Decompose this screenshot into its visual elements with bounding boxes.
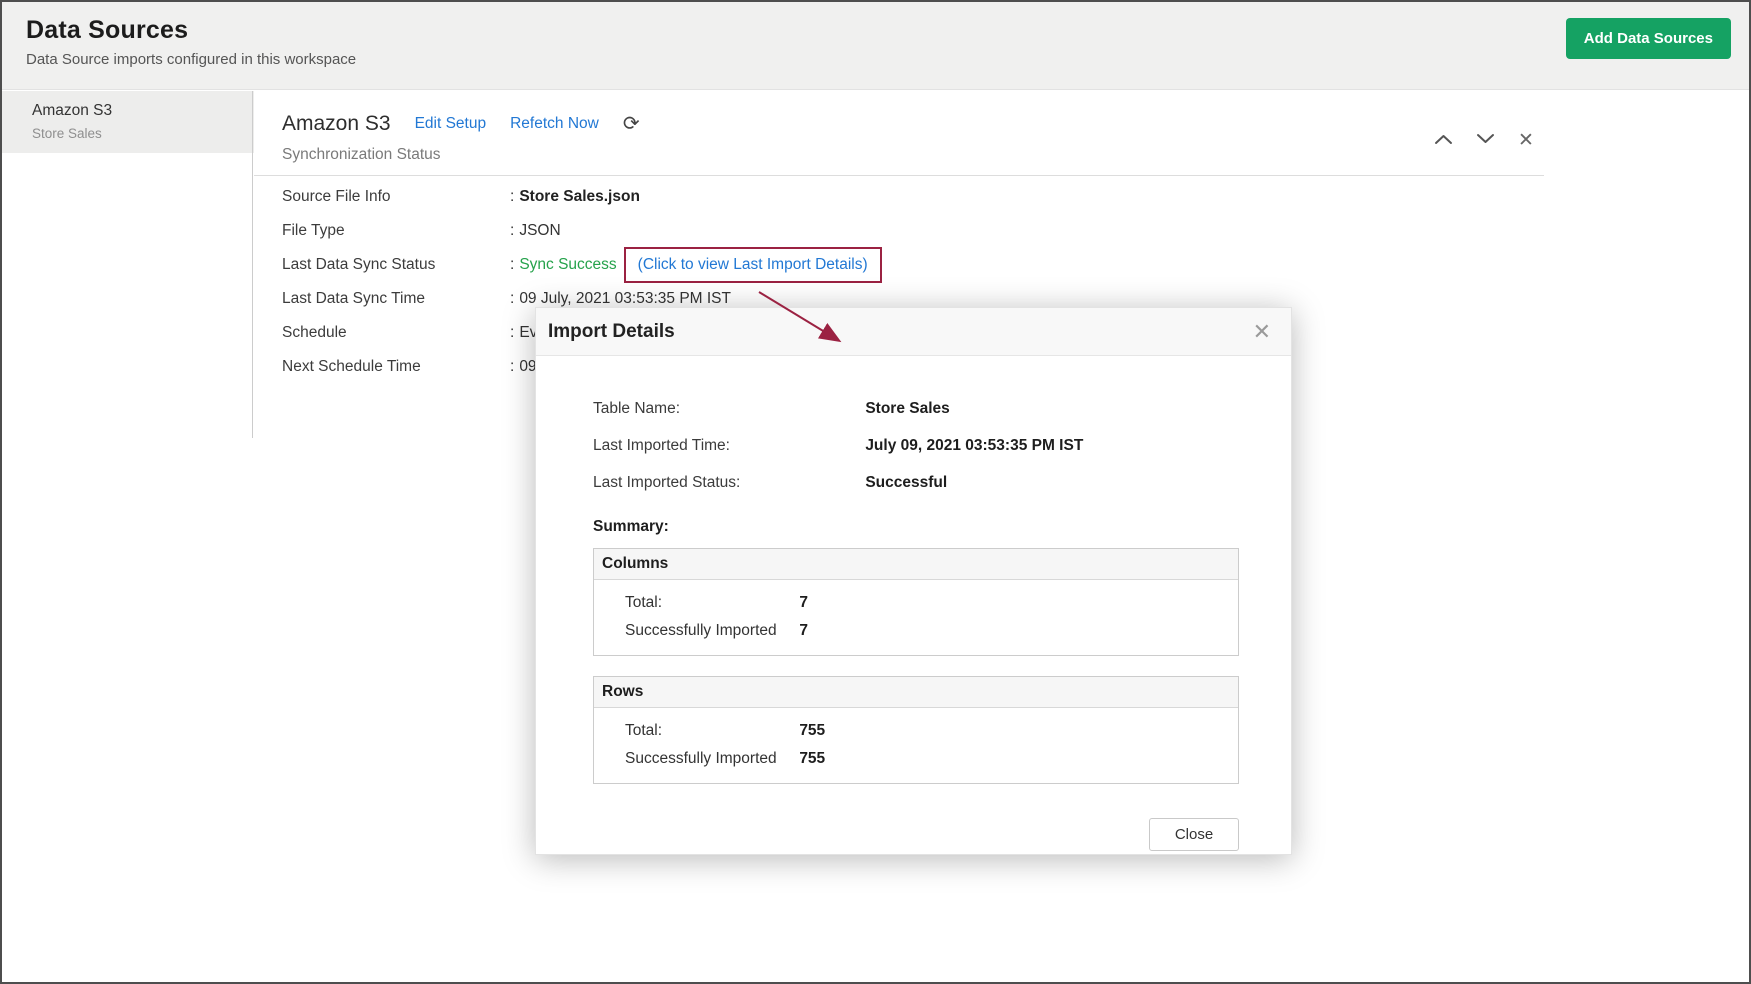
modal-row-value: July 09, 2021 03:53:35 PM IST — [865, 437, 1083, 454]
datasource-name: Amazon S3 — [32, 102, 244, 120]
modal-body: Table Name: Store Sales Last Imported Ti… — [536, 356, 1291, 851]
modal-row-value: Store Sales — [865, 400, 949, 417]
modal-header: Import Details ✕ — [536, 308, 1291, 356]
page-title: Data Sources — [26, 16, 1731, 45]
modal-footer: Close — [593, 818, 1239, 851]
columns-total-row: Total: 7 — [594, 589, 1238, 617]
total-label: Total: — [625, 594, 795, 612]
modal-row-value: Successful — [865, 474, 947, 491]
field-label: Last Data Sync Status — [282, 256, 510, 274]
field-label: Last Data Sync Time — [282, 290, 510, 308]
page-subtitle: Data Source imports configured in this w… — [26, 51, 1731, 68]
imported-value: 755 — [799, 750, 825, 767]
field-colon: : — [510, 256, 514, 274]
field-colon: : — [510, 290, 514, 308]
page-header: Data Sources Data Source imports configu… — [2, 2, 1749, 90]
view-last-import-details-link[interactable]: (Click to view Last Import Details) — [638, 256, 868, 273]
field-value: 09 July, 2021 03:53:35 PM IST — [519, 290, 731, 308]
section-divider — [254, 175, 1544, 176]
import-details-modal: Import Details ✕ Table Name: Store Sales… — [535, 307, 1292, 855]
panel-close-icon[interactable]: ✕ — [1518, 131, 1534, 150]
field-label: Schedule — [282, 324, 510, 342]
modal-row-last-imported-time: Last Imported Time: July 09, 2021 03:53:… — [593, 437, 1239, 455]
add-data-sources-button[interactable]: Add Data Sources — [1566, 18, 1731, 59]
field-label: Next Schedule Time — [282, 358, 510, 376]
detail-title: Amazon S3 — [282, 112, 391, 136]
chevron-down-icon[interactable] — [1476, 132, 1495, 150]
field-label: Source File Info — [282, 188, 510, 206]
field-value: 09 — [519, 358, 536, 376]
columns-summary-box: Columns Total: 7 Successfully Imported 7 — [593, 548, 1239, 656]
field-row-source-file: Source File Info : Store Sales.json — [282, 188, 1749, 222]
columns-imported-row: Successfully Imported 7 — [594, 617, 1238, 645]
sidebar-divider — [252, 91, 253, 438]
field-colon: : — [510, 324, 514, 342]
total-label: Total: — [625, 722, 795, 740]
modal-row-table-name: Table Name: Store Sales — [593, 400, 1239, 418]
field-value: JSON — [519, 222, 560, 240]
total-value: 7 — [799, 594, 808, 611]
rows-imported-row: Successfully Imported 755 — [594, 745, 1238, 773]
field-label: File Type — [282, 222, 510, 240]
imported-value: 7 — [799, 622, 808, 639]
summary-label: Summary: — [593, 518, 1239, 536]
field-value: Store Sales.json — [519, 188, 640, 206]
imported-label: Successfully Imported — [625, 622, 795, 640]
modal-row-label: Table Name: — [593, 400, 861, 418]
panel-actions: ✕ — [1434, 131, 1534, 150]
rows-total-row: Total: 755 — [594, 717, 1238, 745]
sidebar: Amazon S3 Store Sales — [2, 91, 254, 982]
datasource-table-name: Store Sales — [32, 126, 244, 141]
modal-close-icon[interactable]: ✕ — [1253, 319, 1271, 345]
modal-close-button[interactable]: Close — [1149, 818, 1239, 851]
columns-box-title: Columns — [594, 549, 1238, 580]
modal-row-last-imported-status: Last Imported Status: Successful — [593, 474, 1239, 492]
field-row-file-type: File Type : JSON — [282, 222, 1749, 256]
field-row-sync-status: Last Data Sync Status : Sync Success (Cl… — [282, 256, 1749, 290]
refetch-now-link[interactable]: Refetch Now — [510, 115, 599, 133]
field-colon: : — [510, 358, 514, 376]
edit-setup-link[interactable]: Edit Setup — [415, 115, 487, 133]
app-window: Data Sources Data Source imports configu… — [0, 0, 1751, 984]
sidebar-item-amazon-s3[interactable]: Amazon S3 Store Sales — [2, 91, 254, 153]
chevron-up-icon[interactable] — [1434, 132, 1453, 150]
refresh-icon[interactable]: ⟳ — [623, 114, 640, 134]
sync-status-value: Sync Success — [519, 256, 616, 274]
field-colon: : — [510, 222, 514, 240]
modal-row-label: Last Imported Time: — [593, 437, 861, 455]
imported-label: Successfully Imported — [625, 750, 795, 768]
modal-title: Import Details — [548, 321, 675, 343]
modal-row-label: Last Imported Status: — [593, 474, 861, 492]
rows-summary-box: Rows Total: 755 Successfully Imported 75… — [593, 676, 1239, 784]
field-colon: : — [510, 188, 514, 206]
rows-box-title: Rows — [594, 677, 1238, 708]
annotation-box: (Click to view Last Import Details) — [624, 247, 882, 283]
total-value: 755 — [799, 722, 825, 739]
